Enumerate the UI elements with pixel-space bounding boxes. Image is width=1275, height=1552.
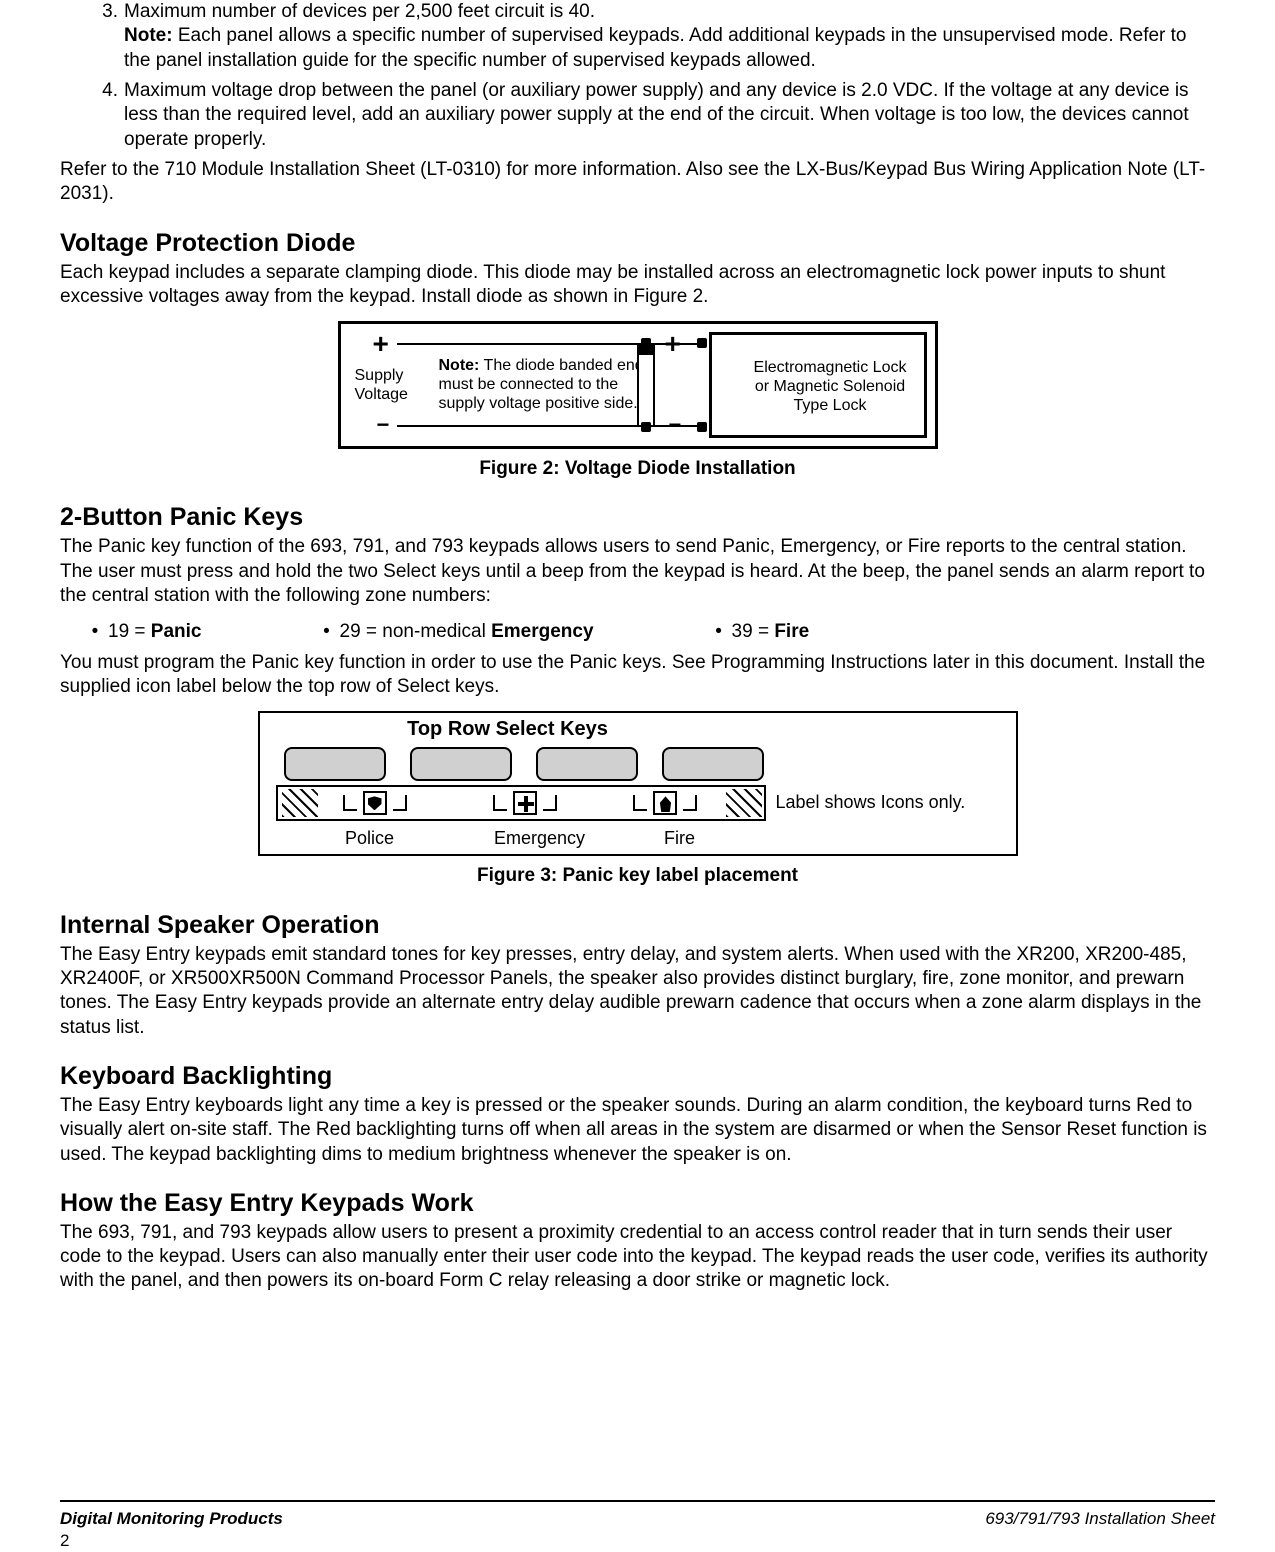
panic-zone-3-strong: Fire	[774, 621, 809, 642]
fig2-note: Note: The diode banded end must be conne…	[439, 357, 649, 414]
ordered-item-3-body: Maximum number of devices per 2,500 feet…	[124, 0, 1215, 73]
ordered-item-4: 4. Maximum voltage drop between the pane…	[60, 79, 1215, 152]
ordered-item-3-note-label: Note:	[124, 25, 173, 46]
figure-2: + − + − Supply Voltage Note: The diode b…	[338, 321, 938, 449]
police-shield-icon	[363, 791, 387, 815]
figure-2-caption: Figure 2: Voltage Diode Installation	[60, 457, 1215, 481]
panic-zone-2-pre: 29 = non-medical	[340, 621, 492, 642]
ordered-item-3-note-body: Each panel allows a specific number of s…	[124, 25, 1187, 70]
ordered-item-4-number: 4.	[90, 79, 124, 152]
fig3-icon-labels: Police Emergency Fire	[280, 827, 770, 850]
ordered-item-3-number: 3.	[90, 0, 124, 73]
heading-voltage-protection-diode: Voltage Protection Diode	[60, 227, 1215, 259]
ordered-item-3-line1: Maximum number of devices per 2,500 feet…	[124, 1, 595, 22]
footer-page-number: 2	[60, 1530, 69, 1552]
panic-zone-item-1: • 19 = Panic	[90, 620, 202, 644]
fig2-lock-text: Electromagnetic Lock or Magnetic Solenoi…	[748, 359, 913, 416]
panic-after-paragraph: You must program the Panic key function …	[60, 651, 1215, 700]
figure-3: Top Row Select Keys	[258, 711, 1018, 856]
panic-zone-2-strong: Emergency	[491, 621, 593, 642]
body-internal-speaker: The Easy Entry keypads emit standard ton…	[60, 943, 1215, 1040]
fig2-node-top-right	[697, 338, 707, 348]
body-backlighting: The Easy Entry keyboards light any time …	[60, 1094, 1215, 1167]
fig3-select-key-2	[410, 747, 512, 781]
body-how-keypads-work: The 693, 791, and 793 keypads allow user…	[60, 1221, 1215, 1294]
ordered-item-3: 3. Maximum number of devices per 2,500 f…	[60, 0, 1215, 73]
fig3-label-police: Police	[280, 827, 460, 850]
refer-paragraph: Refer to the 710 Module Installation She…	[60, 158, 1215, 207]
fig2-node-top-left	[641, 338, 651, 348]
fig2-note-label: Note:	[439, 357, 480, 374]
bracket-left-icon	[493, 795, 507, 811]
fig3-keys-row	[284, 747, 764, 781]
bullet-icon: •	[322, 620, 332, 644]
bracket-right-icon	[543, 795, 557, 811]
fig3-select-key-4	[662, 747, 764, 781]
heading-internal-speaker: Internal Speaker Operation	[60, 909, 1215, 941]
fig2-node-bot-left	[641, 422, 651, 432]
fig2-supply-line1: Supply	[355, 367, 404, 384]
figure-3-caption: Figure 3: Panic key label placement	[60, 864, 1215, 888]
bracket-right-icon	[393, 795, 407, 811]
body-panic-keys: The Panic key function of the 693, 791, …	[60, 535, 1215, 608]
fire-flame-icon	[653, 791, 677, 815]
fig2-wire-bottom	[397, 425, 701, 427]
fig3-select-key-3	[536, 747, 638, 781]
panic-zone-1-strong: Panic	[151, 621, 202, 642]
panic-zone-list: • 19 = Panic • 29 = non-medical Emergenc…	[90, 620, 1215, 644]
footer-doc-name: 693/791/793 Installation Sheet	[985, 1508, 1215, 1530]
bracket-right-icon	[683, 795, 697, 811]
fig2-wire-top	[397, 343, 701, 345]
fig3-hatch-right-icon	[726, 789, 762, 817]
fig3-hatch-left-icon	[282, 789, 318, 817]
fig3-slot-police	[330, 789, 420, 817]
fig2-lock-line2: or Magnetic Solenoid	[755, 378, 905, 395]
fig3-label-emergency: Emergency	[460, 827, 620, 850]
bullet-icon: •	[90, 620, 100, 644]
panic-zone-item-2: • 29 = non-medical Emergency	[322, 620, 594, 644]
footer-company: Digital Monitoring Products	[60, 1508, 283, 1530]
fig3-slot-fire	[620, 789, 710, 817]
bracket-left-icon	[343, 795, 357, 811]
fig3-select-key-1	[284, 747, 386, 781]
panic-zone-1-pre: 19 =	[108, 621, 151, 642]
panic-zone-3-pre: 39 =	[732, 621, 775, 642]
fig2-plus-left: +	[373, 330, 389, 358]
fig2-lock-line3: Type Lock	[794, 397, 867, 414]
fig3-right-label: Label shows Icons only.	[776, 791, 966, 814]
fig3-title: Top Row Select Keys	[260, 717, 756, 743]
fig2-lock-box: Electromagnetic Lock or Magnetic Solenoi…	[709, 332, 927, 438]
panic-zone-item-3: • 39 = Fire	[714, 620, 810, 644]
page-footer: Digital Monitoring Products 693/791/793 …	[60, 1500, 1215, 1530]
fig2-supply-line2: Voltage	[355, 386, 408, 403]
fig2-lock-line1: Electromagnetic Lock	[754, 359, 907, 376]
fig3-slot-emergency	[480, 789, 570, 817]
fig3-label-fire: Fire	[620, 827, 740, 850]
bracket-left-icon	[633, 795, 647, 811]
ordered-item-4-body: Maximum voltage drop between the panel (…	[124, 79, 1215, 152]
bullet-icon: •	[714, 620, 724, 644]
fig2-diode-icon	[637, 343, 655, 427]
fig2-node-bot-right	[697, 422, 707, 432]
fig2-minus-left: −	[377, 414, 390, 436]
fig2-supply-label: Supply Voltage	[355, 366, 408, 404]
body-voltage-protection-diode: Each keypad includes a separate clamping…	[60, 261, 1215, 310]
heading-backlighting: Keyboard Backlighting	[60, 1060, 1215, 1092]
heading-how-keypads-work: How the Easy Entry Keypads Work	[60, 1187, 1215, 1219]
emergency-cross-icon	[513, 791, 537, 815]
heading-panic-keys: 2-Button Panic Keys	[60, 501, 1215, 533]
